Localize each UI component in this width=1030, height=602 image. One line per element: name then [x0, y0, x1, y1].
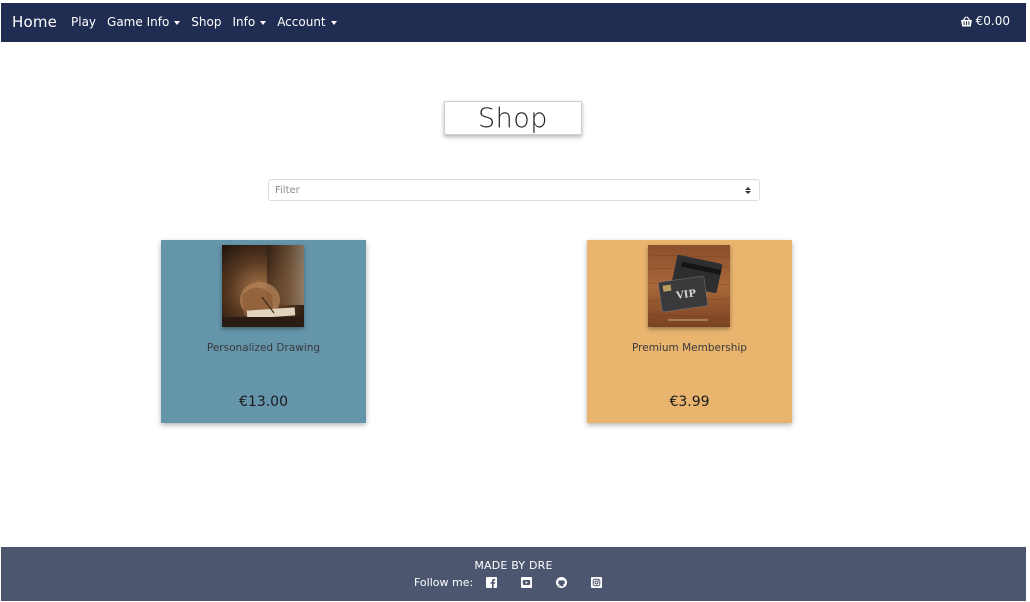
- nav-info-dropdown[interactable]: Info: [232, 14, 267, 30]
- vip-cards-photo-image: VIP: [648, 245, 730, 327]
- home-link[interactable]: Home: [12, 13, 57, 31]
- social-links: [486, 577, 626, 588]
- basket-icon: [960, 15, 972, 26]
- drawing-photo-image: [222, 245, 304, 327]
- nav-info-label: Info: [232, 15, 256, 29]
- cart-button[interactable]: €0.00: [960, 14, 1010, 28]
- nav-menu: Play Game Info Shop Info Account: [71, 14, 348, 30]
- footer: MADE BY DRE Follow me:: [1, 547, 1026, 601]
- product-price: €3.99: [669, 394, 710, 410]
- follow-label: Follow me:: [414, 576, 474, 589]
- nav-game-info-label: Game Info: [107, 15, 170, 29]
- page-title: Shop: [444, 101, 582, 135]
- nav-play[interactable]: Play: [71, 14, 96, 30]
- page: Home Play Game Info Shop Info Account €0…: [1, 3, 1026, 601]
- nav-game-info-dropdown[interactable]: Game Info: [107, 14, 181, 30]
- product-name: Premium Membership: [632, 342, 747, 354]
- cart-total: €0.00: [975, 14, 1010, 28]
- nav-account-dropdown[interactable]: Account: [277, 14, 337, 30]
- facebook-icon[interactable]: [486, 577, 498, 588]
- product-card-personalized-drawing[interactable]: Personalized Drawing €13.00: [161, 240, 366, 423]
- caret-down-icon: [330, 20, 337, 25]
- product-name: Personalized Drawing: [206, 342, 321, 354]
- filter-select[interactable]: Filter: [268, 179, 760, 201]
- product-image: VIP: [648, 245, 730, 327]
- product-image: [222, 245, 304, 327]
- nav-shop-label: Shop: [191, 15, 222, 29]
- caret-down-icon: [174, 20, 181, 25]
- made-by-text: MADE BY DRE: [474, 559, 553, 572]
- github-icon[interactable]: [556, 577, 568, 588]
- nav-shop[interactable]: Shop: [191, 14, 221, 30]
- follow-row: Follow me:: [414, 576, 626, 589]
- product-card-premium-membership[interactable]: VIP Premium Membership €3.99: [587, 240, 792, 423]
- select-arrows-icon: [745, 186, 751, 194]
- product-price: €13.00: [239, 394, 288, 410]
- nav-play-label: Play: [71, 15, 97, 29]
- youtube-icon[interactable]: [521, 577, 533, 588]
- filter-placeholder: Filter: [275, 184, 300, 196]
- nav-account-label: Account: [277, 15, 326, 29]
- instagram-icon[interactable]: [591, 577, 603, 588]
- navbar: Home Play Game Info Shop Info Account €0…: [1, 3, 1026, 42]
- caret-down-icon: [260, 20, 267, 25]
